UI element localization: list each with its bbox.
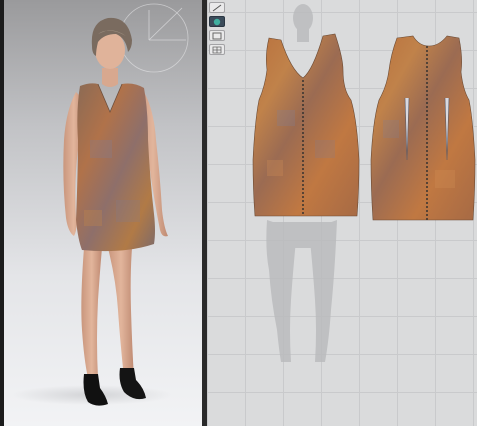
pattern-front-piece[interactable] [252,33,360,217]
avatar-head [91,17,132,69]
avatar-3d-viewport[interactable] [4,0,202,426]
pattern-canvas [252,4,476,362]
grid-icon[interactable] [209,44,225,55]
avatar-neck [102,68,118,87]
pattern-back-piece[interactable] [370,35,476,221]
layer-icon[interactable] [209,30,225,41]
avatar-legs [81,248,134,378]
avatar-scene [12,3,189,406]
sphere-icon[interactable] [209,16,225,27]
pattern-toolstrip [209,2,227,55]
pattern-2d-viewport[interactable] [207,0,477,426]
gizmo-icon[interactable] [209,2,225,13]
